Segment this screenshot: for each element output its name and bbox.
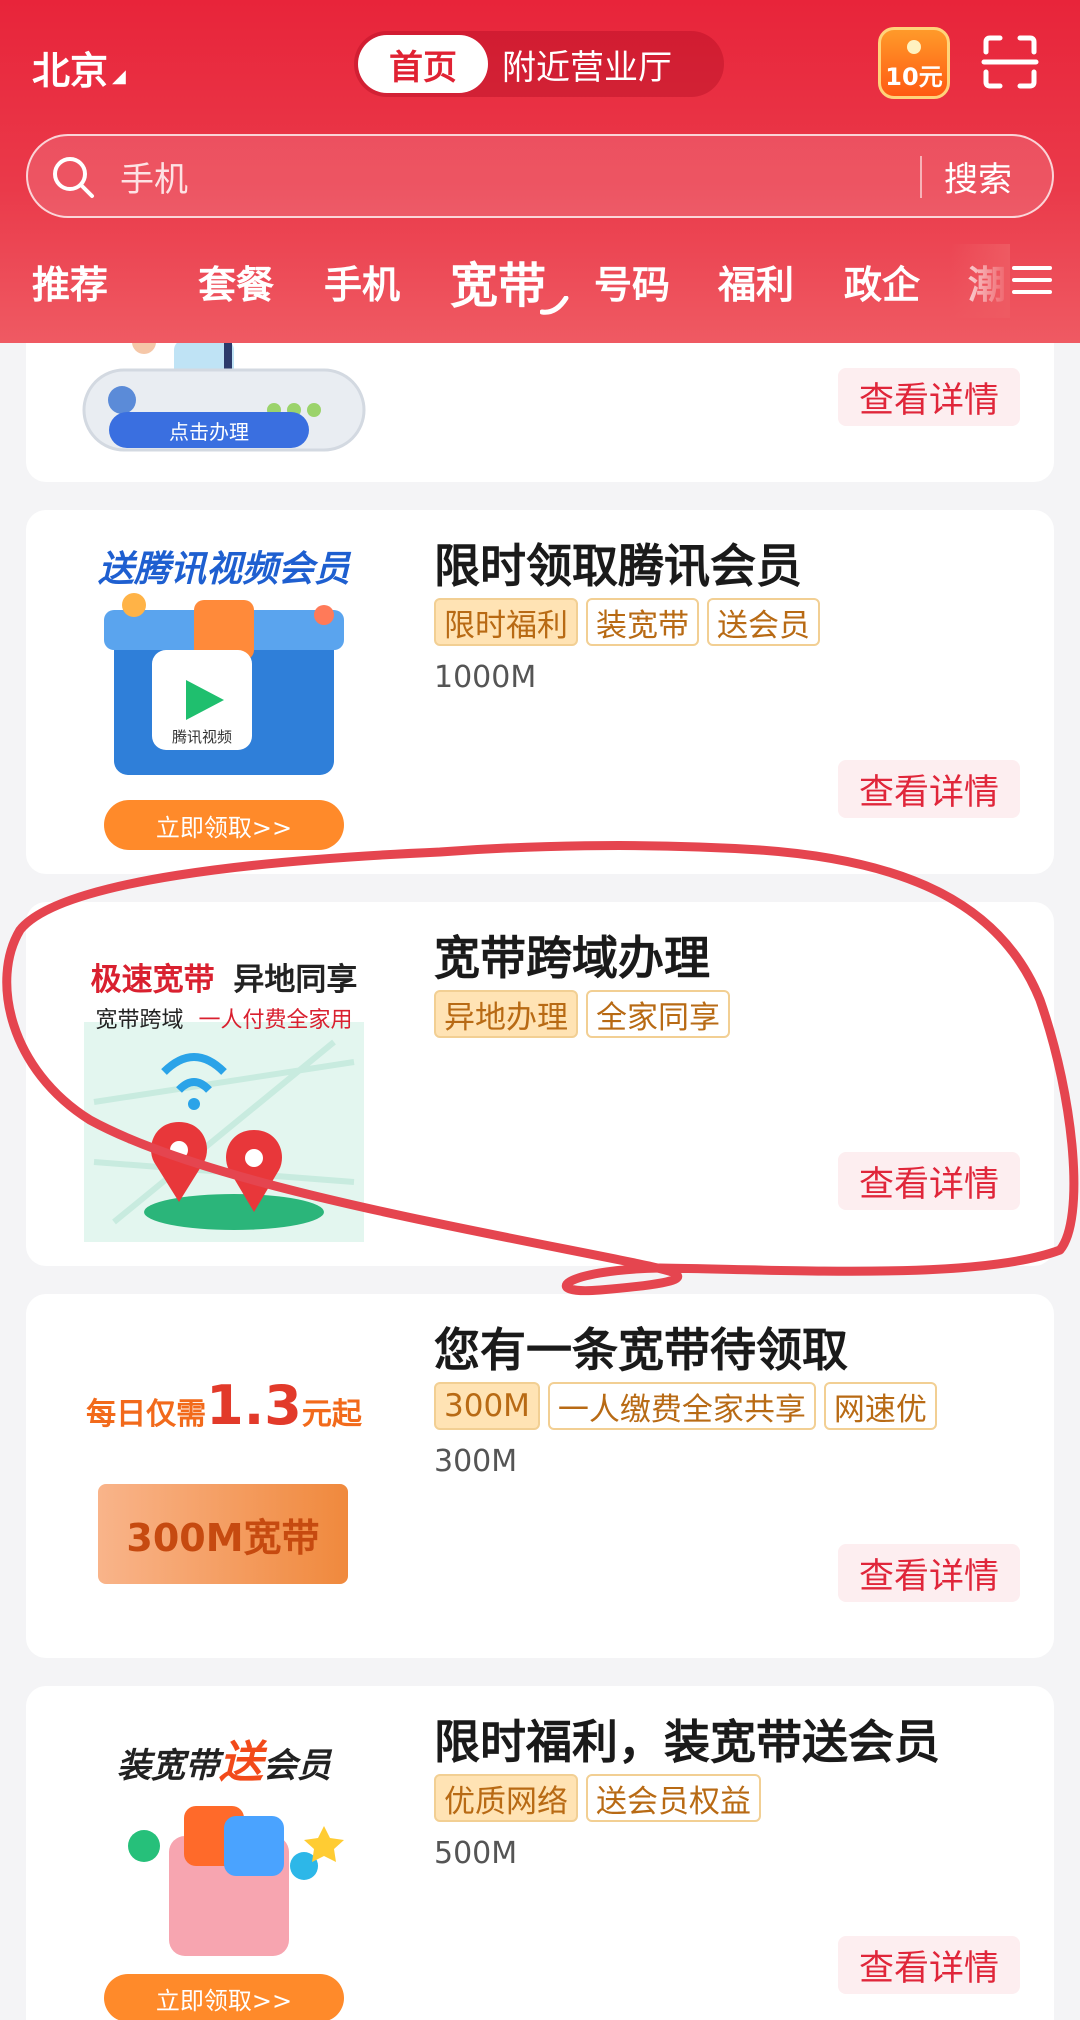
segment-nearby-store[interactable]: 附近营业厅 <box>502 31 672 97</box>
product-tag: 网速优 <box>823 1382 937 1430</box>
product-card[interactable]: 每日仅需1.3元起 300M宽带 您有一条宽带待领取 300M 一人缴费全家共享… <box>26 1294 1054 1658</box>
tab-phones[interactable]: 手机 <box>324 254 400 309</box>
bandwidth-speed: 500M <box>434 1836 518 1871</box>
image-line1-red: 极速宽带 <box>90 962 215 998</box>
bandwidth-speed: 300M <box>434 1444 518 1479</box>
product-tag: 全家同享 <box>586 990 730 1038</box>
category-tabs: 推荐 套餐 手机 宽带 号码 福利 政企 潮 <box>0 244 1080 318</box>
segment-home[interactable]: 首页 <box>358 35 488 93</box>
image-headline: 送腾讯视频会员 <box>97 549 350 590</box>
app-header: 北京 ◢ 首页 附近营业厅 10元 手机 搜索 推荐 套餐 手机 宽带 号码 福利… <box>0 0 1080 343</box>
view-details-button[interactable]: 查看详情 <box>838 1544 1020 1602</box>
tab-broadband[interactable]: 宽带 <box>450 246 546 316</box>
product-tag: 一人缴费全家共享 <box>547 1382 816 1430</box>
search-input[interactable]: 手机 <box>120 136 188 216</box>
product-card[interactable]: 送腾讯视频会员 腾讯视频 立即领取>> 限时领取腾讯会员 限时福利 装宽带 送会… <box>26 510 1054 874</box>
image-price-line: 每日仅需1.3元起 <box>74 1374 374 1437</box>
product-tags: 300M 一人缴费全家共享 网速优 <box>434 1382 937 1430</box>
product-tag: 限时福利 <box>434 598 578 646</box>
image-headline-b: 送 <box>219 1737 263 1788</box>
product-title: 宽带跨域办理 <box>434 931 710 985</box>
product-title: 限时领取腾讯会员 <box>434 539 802 593</box>
view-details-button[interactable]: 查看详情 <box>838 1936 1020 1994</box>
image-price-value: 1.3 <box>206 1374 302 1437</box>
product-tag: 300M <box>434 1382 540 1430</box>
product-tag: 优质网络 <box>434 1774 578 1822</box>
image-line2-red: 一人付费全家用 <box>198 1008 353 1033</box>
bandwidth-speed: 1000M <box>434 660 537 695</box>
cross-region-promo-image: 极速宽带 异地同享 宽带跨域 一人付费全家用 <box>74 922 374 1252</box>
image-line1-black: 异地同享 <box>233 962 358 998</box>
scan-icon[interactable] <box>980 32 1040 92</box>
300m-promo-image: 每日仅需1.3元起 300M宽带 <box>74 1314 374 1644</box>
product-tag: 装宽带 <box>586 598 699 646</box>
product-tags: 限时福利 装宽带 送会员 <box>434 598 820 646</box>
product-tags: 异地办理 全家同享 <box>434 990 730 1038</box>
search-icon <box>53 157 94 198</box>
tabs-fade-overlay <box>950 244 1010 318</box>
image-headline: 装宽带送会员 <box>74 1726 374 1790</box>
image-headline-c: 会员 <box>263 1746 331 1786</box>
tab-plans[interactable]: 套餐 <box>198 254 274 309</box>
menu-icon[interactable] <box>1012 260 1052 300</box>
product-card[interactable]: 极速宽带 异地同享 宽带跨域 一人付费全家用 宽带跨域办理 异地办理 全家同享 … <box>26 902 1054 1266</box>
city-selector[interactable]: 北京 ◢ <box>32 40 126 95</box>
image-price-prefix: 每日仅需 <box>86 1397 207 1432</box>
home-segment-control: 首页 附近营业厅 <box>354 31 724 97</box>
tab-recommend[interactable]: 推荐 <box>32 254 108 309</box>
city-name: 北京 <box>32 49 109 93</box>
image-headline-a: 装宽带 <box>117 1746 219 1786</box>
product-card[interactable]: 装宽带送会员 立即领取>> 限时福利，装宽带送会员 优质网络 送会员权益 500… <box>26 1686 1054 2020</box>
view-details-button[interactable]: 查看详情 <box>838 1152 1020 1210</box>
search-bar[interactable]: 手机 搜索 <box>26 134 1054 218</box>
active-tab-indicator <box>540 296 569 315</box>
image-line2: 宽带跨域 一人付费全家用 <box>74 1002 374 1034</box>
search-divider <box>920 156 922 198</box>
image-badge: 腾讯视频 <box>171 728 232 746</box>
tab-benefits[interactable]: 福利 <box>718 254 794 309</box>
product-tags: 优质网络 送会员权益 <box>434 1774 761 1822</box>
tab-enterprise[interactable]: 政企 <box>844 254 920 309</box>
caret-down-icon: ◢ <box>112 66 126 87</box>
search-button[interactable]: 搜索 <box>944 136 1012 216</box>
image-claim-button: 立即领取>> <box>155 1986 293 2015</box>
product-tag: 送会员 <box>707 598 820 646</box>
product-title: 您有一条宽带待领取 <box>434 1323 848 1377</box>
coupon-dot <box>907 40 921 54</box>
product-tag: 送会员权益 <box>586 1774 761 1822</box>
membership-promo-image: 装宽带送会员 立即领取>> <box>74 1706 374 2020</box>
image-price-suffix: 元起 <box>301 1397 362 1432</box>
product-title: 限时福利，装宽带送会员 <box>434 1715 940 1769</box>
coupon-label: 10元 <box>885 63 943 91</box>
tencent-video-promo-image: 送腾讯视频会员 腾讯视频 立即领取>> <box>74 530 374 860</box>
view-details-button[interactable]: 查看详情 <box>838 368 1020 426</box>
image-line1: 极速宽带 异地同享 <box>74 954 374 999</box>
red-envelope-icon[interactable]: 10元 <box>878 27 950 99</box>
image-button-text: 点击办理 <box>169 419 249 444</box>
tab-numbers[interactable]: 号码 <box>594 254 670 309</box>
image-300m-box: 300M宽带 <box>98 1484 348 1584</box>
image-line2-black: 宽带跨域 <box>95 1008 184 1033</box>
view-details-button[interactable]: 查看详情 <box>838 760 1020 818</box>
product-tag: 异地办理 <box>434 990 578 1038</box>
image-claim-button: 立即领取>> <box>155 813 293 842</box>
